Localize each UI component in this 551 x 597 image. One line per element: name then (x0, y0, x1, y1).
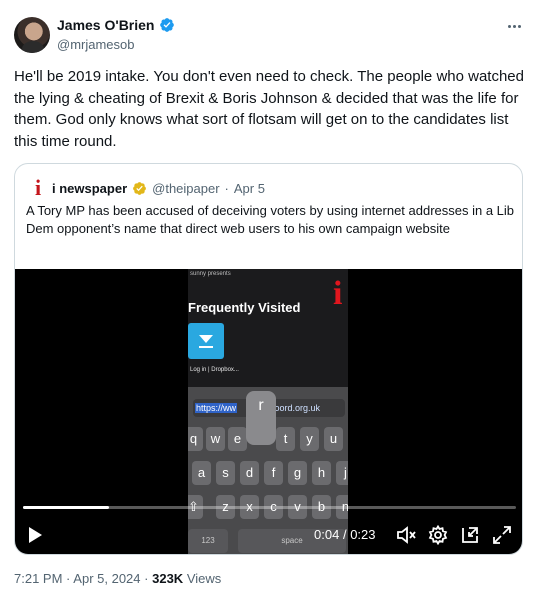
frame-key: d (240, 461, 259, 485)
frame-popup-key: r (246, 391, 276, 445)
frame-key: q (188, 427, 203, 451)
avatar[interactable] (14, 17, 50, 53)
tweet-text: He'll be 2019 intake. You don't even nee… (14, 68, 524, 150)
video-player[interactable]: sunny presents Frequently Visited i Log … (15, 269, 522, 554)
frame-i-logo-icon: i (333, 275, 343, 312)
frame-key: u (324, 427, 343, 451)
frame-key: f (264, 461, 283, 485)
verified-badge-icon (159, 18, 174, 32)
video-time: 0:04 / 0:23 (314, 527, 376, 542)
picture-in-picture-icon[interactable] (459, 523, 481, 547)
tweet-footer: 7:21 PM · Apr 5, 2024 · 323K Views (14, 571, 221, 586)
more-options-icon[interactable] (503, 16, 525, 36)
play-icon[interactable] (25, 523, 45, 547)
video-time-total: 0:23 (350, 527, 376, 542)
views-count[interactable]: 323K (152, 571, 183, 586)
footer-dot: · (144, 571, 149, 586)
quote-author-handle[interactable]: @theipaper (152, 181, 219, 196)
author-handle[interactable]: @mrjamesob (57, 37, 135, 52)
post-date[interactable]: Apr 5, 2024 (73, 571, 140, 586)
frame-key: e (228, 427, 247, 451)
frame-url-selected: https://ww (195, 403, 238, 413)
tweet: James O'Brien @mrjamesob He'll be 2019 i… (0, 0, 551, 597)
frame-key: a (192, 461, 211, 485)
footer-dot: · (66, 571, 71, 586)
frame-small-text: sunny presents (190, 271, 231, 277)
video-frame: sunny presents Frequently Visited i Log … (188, 269, 348, 554)
frame-key: j (336, 461, 348, 485)
settings-gear-icon[interactable] (427, 523, 449, 547)
author-name-row: James O'Brien (57, 17, 175, 33)
frame-title: Frequently Visited (188, 300, 301, 315)
frame-browser-area: sunny presents Frequently Visited i Log … (188, 269, 348, 387)
gold-verified-badge-icon (133, 181, 147, 195)
quote-header: i i newspaper @theipaper · Apr 5 (29, 175, 265, 200)
volume-muted-icon[interactable] (395, 523, 417, 547)
video-time-separator: / (342, 527, 347, 542)
frame-key: s (216, 461, 235, 485)
author-display-name[interactable]: James O'Brien (57, 17, 155, 33)
i-newspaper-logo-icon: i (34, 175, 42, 200)
frame-key: h (312, 461, 331, 485)
video-progress-bar[interactable] (23, 506, 516, 509)
dropbox-arrow-icon (199, 335, 213, 348)
frame-key: w (206, 427, 225, 451)
views-label: Views (186, 571, 222, 586)
frame-key-numbers: 123 (188, 529, 228, 553)
dropbox-tile-icon (188, 323, 224, 359)
quote-author-name[interactable]: i newspaper (52, 181, 127, 196)
video-progress-fill (23, 506, 109, 509)
quote-text: A Tory MP has been accused of deceiving … (26, 203, 515, 236)
post-time[interactable]: 7:21 PM (14, 571, 62, 586)
quote-date[interactable]: Apr 5 (234, 181, 265, 196)
frame-key: y (300, 427, 319, 451)
video-time-current: 0:04 (314, 527, 340, 542)
frame-key: t (276, 427, 295, 451)
frame-tile-label: Log in | Dropbox... (190, 367, 239, 373)
fullscreen-icon[interactable] (491, 523, 513, 547)
quoted-tweet-card[interactable]: i i newspaper @theipaper · Apr 5 A Tory … (14, 163, 523, 555)
frame-key: g (288, 461, 307, 485)
quote-separator: · (224, 180, 229, 196)
